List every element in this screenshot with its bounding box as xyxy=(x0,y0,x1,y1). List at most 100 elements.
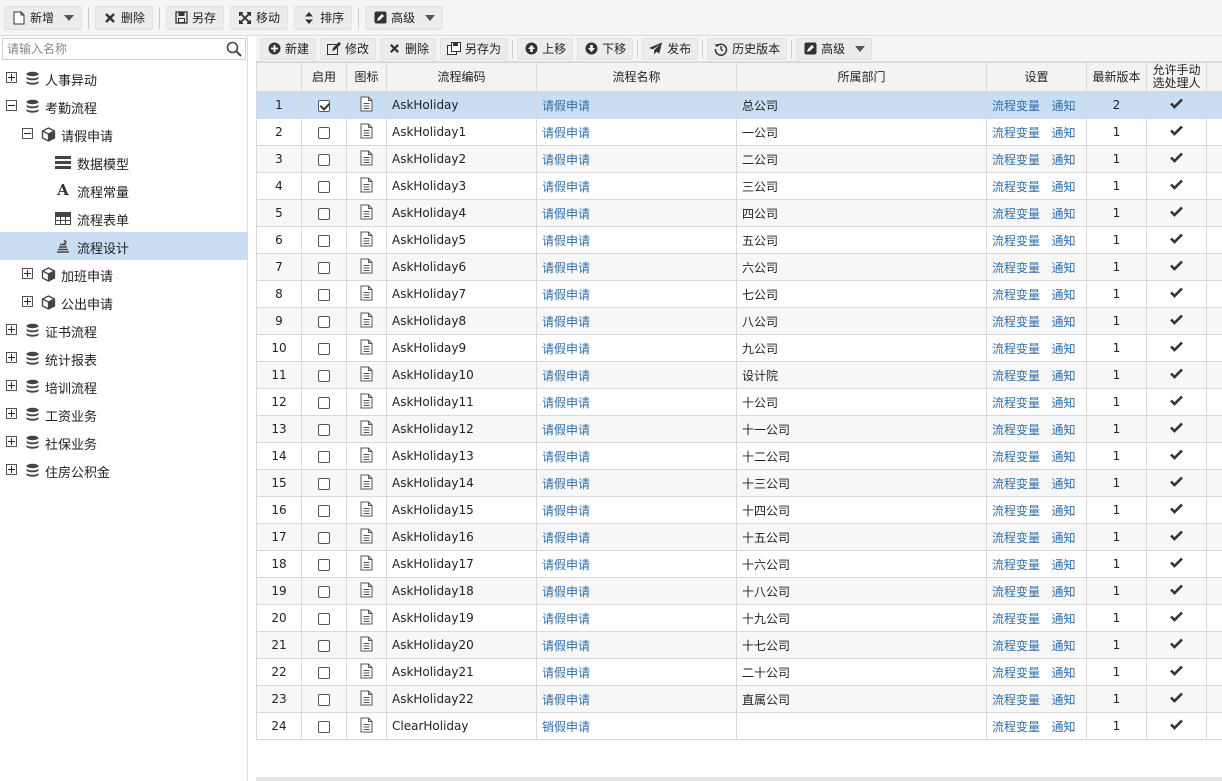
edit-button[interactable]: 修改 xyxy=(320,37,377,60)
enabled-header[interactable]: 启用 xyxy=(301,62,347,92)
table-row[interactable]: 13 AskHoliday12 请假申请 十一公司 流程变量 通知 1 xyxy=(256,415,1222,443)
process-variables-link[interactable]: 流程变量 xyxy=(992,504,1040,518)
enabled-checkbox[interactable] xyxy=(318,531,330,544)
sort-button[interactable]: 排序 xyxy=(294,5,353,30)
expand-icon[interactable] xyxy=(6,380,17,391)
tree-item[interactable]: A 流程常量 xyxy=(0,176,248,204)
tree-item[interactable]: 考勤流程 xyxy=(0,92,248,120)
enabled-checkbox[interactable] xyxy=(318,693,330,706)
process-name-link[interactable]: 请假申请 xyxy=(542,558,590,572)
expand-icon[interactable] xyxy=(6,324,17,335)
process-name-link[interactable]: 请假申请 xyxy=(542,153,590,167)
table-row[interactable]: 11 AskHoliday10 请假申请 设计院 流程变量 通知 1 xyxy=(256,361,1222,389)
notification-link[interactable]: 通知 xyxy=(1051,342,1075,356)
enabled-checkbox[interactable] xyxy=(318,315,330,328)
process-variables-link[interactable]: 流程变量 xyxy=(992,180,1040,194)
tree-item[interactable]: 住房公积金 xyxy=(0,456,248,484)
grid-advanced-button[interactable]: 高级 xyxy=(796,37,873,60)
notification-link[interactable]: 通知 xyxy=(1051,207,1075,221)
enabled-checkbox[interactable] xyxy=(318,153,330,166)
process-name-link[interactable]: 请假申请 xyxy=(542,207,590,221)
tree-item[interactable]: 社保业务 xyxy=(0,428,248,456)
process-name-link[interactable]: 请假申请 xyxy=(542,693,590,707)
process-variables-link[interactable]: 流程变量 xyxy=(992,126,1040,140)
enabled-checkbox[interactable] xyxy=(318,666,330,679)
expand-icon[interactable] xyxy=(6,464,17,475)
tree-item[interactable]: 人事异动 xyxy=(0,64,248,92)
process-name-link[interactable]: 请假申请 xyxy=(542,585,590,599)
process-name-link[interactable]: 请假申请 xyxy=(542,369,590,383)
table-row[interactable]: 14 AskHoliday13 请假申请 十二公司 流程变量 通知 1 xyxy=(256,442,1222,470)
notification-link[interactable]: 通知 xyxy=(1051,99,1075,113)
move-button[interactable]: 移动 xyxy=(230,5,289,30)
notification-link[interactable]: 通知 xyxy=(1051,396,1075,410)
delete-button[interactable]: 删除 xyxy=(95,5,154,30)
process-name-link[interactable]: 请假申请 xyxy=(542,639,590,653)
process-variables-link[interactable]: 流程变量 xyxy=(992,423,1040,437)
process-variables-link[interactable]: 流程变量 xyxy=(992,207,1040,221)
process-variables-link[interactable]: 流程变量 xyxy=(992,450,1040,464)
notification-link[interactable]: 通知 xyxy=(1051,666,1075,680)
process-variables-link[interactable]: 流程变量 xyxy=(992,612,1040,626)
enabled-checkbox[interactable] xyxy=(318,504,330,517)
table-row[interactable]: 21 AskHoliday20 请假申请 十七公司 流程变量 通知 1 xyxy=(256,631,1222,659)
process-name-link[interactable]: 请假申请 xyxy=(542,180,590,194)
name-header[interactable]: 流程名称 xyxy=(536,62,737,92)
process-variables-link[interactable]: 流程变量 xyxy=(992,720,1040,734)
process-variables-link[interactable]: 流程变量 xyxy=(992,153,1040,167)
move-down-button[interactable]: 下移 xyxy=(577,37,634,60)
enabled-checkbox[interactable] xyxy=(318,207,330,220)
process-variables-link[interactable]: 流程变量 xyxy=(992,477,1040,491)
table-row[interactable]: 1 AskHoliday 请假申请 总公司 流程变量 通知 2 xyxy=(256,91,1222,119)
collapse-icon[interactable] xyxy=(22,128,33,139)
notification-link[interactable]: 通知 xyxy=(1051,261,1075,275)
code-header[interactable]: 流程编码 xyxy=(386,62,537,92)
notification-link[interactable]: 通知 xyxy=(1051,288,1075,302)
process-name-link[interactable]: 请假申请 xyxy=(542,126,590,140)
process-variables-link[interactable]: 流程变量 xyxy=(992,369,1040,383)
tree-item[interactable]: 培训流程 xyxy=(0,372,248,400)
process-name-link[interactable]: 请假申请 xyxy=(542,504,590,518)
expand-icon[interactable] xyxy=(22,296,33,307)
settings-header[interactable]: 设置 xyxy=(986,62,1087,92)
grid-save-as-button[interactable]: 另存为 xyxy=(440,37,509,60)
tree-item[interactable]: 工资业务 xyxy=(0,400,248,428)
process-name-link[interactable]: 请假申请 xyxy=(542,450,590,464)
grid-delete-button[interactable]: 删除 xyxy=(380,37,437,60)
enabled-checkbox[interactable] xyxy=(318,558,330,571)
enabled-checkbox[interactable] xyxy=(318,342,330,355)
process-variables-link[interactable]: 流程变量 xyxy=(992,558,1040,572)
notification-link[interactable]: 通知 xyxy=(1051,639,1075,653)
table-row[interactable]: 12 AskHoliday11 请假申请 十公司 流程变量 通知 1 xyxy=(256,388,1222,416)
notification-link[interactable]: 通知 xyxy=(1051,180,1075,194)
notification-link[interactable]: 通知 xyxy=(1051,315,1075,329)
process-name-link[interactable]: 请假申请 xyxy=(542,261,590,275)
enabled-checkbox[interactable] xyxy=(318,423,330,436)
table-row[interactable]: 2 AskHoliday1 请假申请 一公司 流程变量 通知 1 xyxy=(256,118,1222,146)
process-variables-link[interactable]: 流程变量 xyxy=(992,234,1040,248)
table-row[interactable]: 18 AskHoliday17 请假申请 十六公司 流程变量 通知 1 xyxy=(256,550,1222,578)
tree-item[interactable]: 统计报表 xyxy=(0,344,248,372)
notification-link[interactable]: 通知 xyxy=(1051,477,1075,491)
enabled-checkbox[interactable] xyxy=(318,369,330,382)
tree-item[interactable]: 流程设计 xyxy=(0,232,248,260)
table-row[interactable]: 9 AskHoliday8 请假申请 八公司 流程变量 通知 1 xyxy=(256,307,1222,335)
enabled-checkbox[interactable] xyxy=(318,720,330,733)
create-button[interactable]: 新建 xyxy=(260,37,317,60)
expand-icon[interactable] xyxy=(6,436,17,447)
notification-link[interactable]: 通知 xyxy=(1051,153,1075,167)
collapse-icon[interactable] xyxy=(6,100,17,111)
icon-header[interactable]: 图标 xyxy=(346,62,387,92)
process-name-link[interactable]: 请假申请 xyxy=(542,99,590,113)
notification-link[interactable]: 通知 xyxy=(1051,531,1075,545)
save-as-button[interactable]: 另存 xyxy=(166,5,225,30)
notification-link[interactable]: 通知 xyxy=(1051,585,1075,599)
tree-item[interactable]: 证书流程 xyxy=(0,316,248,344)
table-row[interactable]: 6 AskHoliday5 请假申请 五公司 流程变量 通知 1 xyxy=(256,226,1222,254)
process-name-link[interactable]: 请假申请 xyxy=(542,288,590,302)
process-variables-link[interactable]: 流程变量 xyxy=(992,288,1040,302)
enabled-checkbox[interactable] xyxy=(318,585,330,598)
tree-item[interactable]: 加班申请 xyxy=(0,260,248,288)
search-input[interactable] xyxy=(3,39,213,59)
enabled-checkbox[interactable] xyxy=(318,288,330,301)
